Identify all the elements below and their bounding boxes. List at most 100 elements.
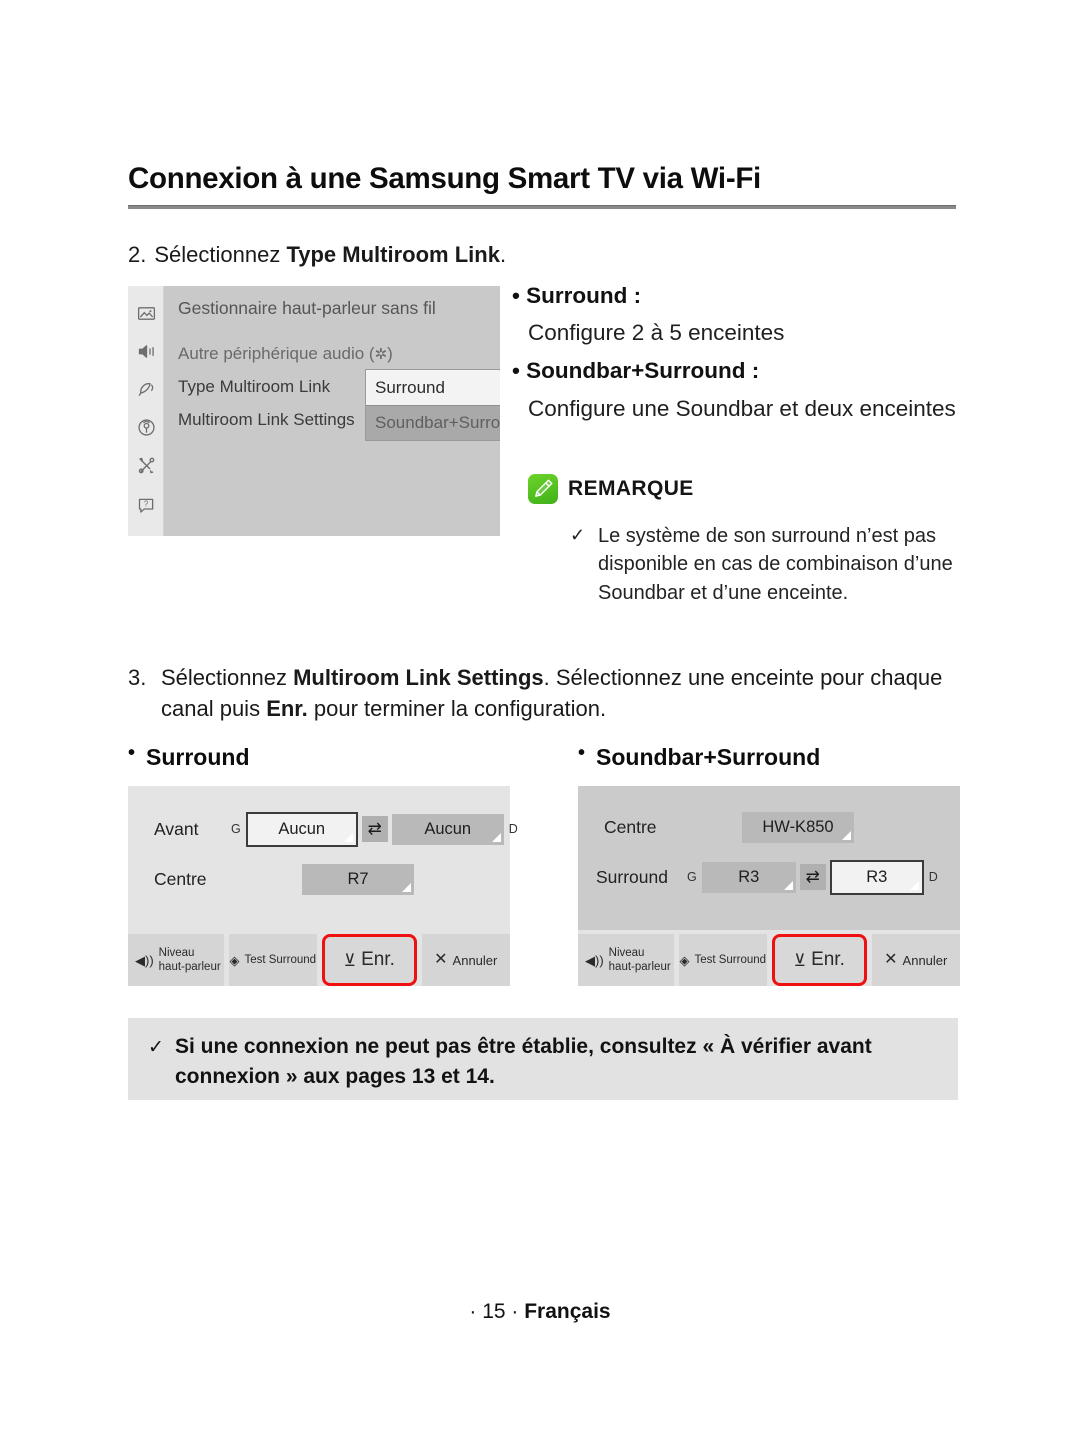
system-tools-icon[interactable] [135,454,157,476]
left-channel-letter: G [687,870,697,884]
right-channel-letter: D [928,870,938,884]
test-surround-button[interactable]: ◈ Test Surround [228,934,317,986]
annuler-button[interactable]: ✕ Annuler [421,934,510,986]
centre-soundbar-select[interactable]: HW-K850 [742,811,854,843]
dropdown-option-surround[interactable]: Surround ✓ [366,370,500,405]
save-icon: ⊻ [343,950,357,970]
test-surround-button[interactable]: ◈ Test Surround [678,934,767,986]
surround-mode-body: Configure 2 à 5 enceintes [528,320,785,346]
broadcast-dish-icon[interactable] [135,378,157,400]
menu-item-multiroom-link-settings[interactable]: Multiroom Link Settings [178,410,355,430]
niveau-haut-parleur-button[interactable]: ◀)) Niveau haut-parleur [578,934,674,986]
step-2-bold-term: Type Multiroom Link [286,242,500,267]
sound-icon[interactable] [135,340,157,362]
button-label-line1: Niveau [608,946,645,959]
step-3-instruction: 3. Sélectionnez Multiroom Link Settings.… [128,662,968,724]
button-label-line1: Niveau [158,946,195,959]
button-label: Enr. [361,949,395,970]
menu-item-autre-peripherique-audio[interactable]: Autre périphérique audio (✲) [178,344,393,364]
surround-config-panel: Avant G Aucun ⇄ Aucun D Centre R7 ◀)) Ni… [128,786,518,986]
picture-icon[interactable] [135,302,157,324]
network-antenna-icon[interactable] [135,416,157,438]
page-footer: · 15 · Français [0,1300,1080,1324]
soundbar-surround-mode-body: Configure une Soundbar et deux enceintes [528,395,956,421]
avant-left-speaker-select[interactable]: Aucun [245,811,358,847]
button-label: Test Surround [694,954,767,966]
speaker-level-icon: ◀)) [135,952,154,968]
speaker-level-icon: ◀)) [585,952,604,968]
step-2-instruction: 2. Sélectionnez Type Multiroom Link. [128,242,506,268]
config-row-centre: Centre HW-K850 [604,810,854,844]
step-2-number: 2. [128,242,147,267]
left-channel-letter: G [231,822,241,836]
close-x-icon: ✕ [434,951,448,968]
subheading-soundbar-surround: Soundbar+Surround [578,742,820,771]
manual-page: Connexion à une Samsung Smart TV via Wi-… [0,0,1080,1451]
bottom-note-text: Si une connexion ne peut pas être établi… [175,1035,872,1089]
step-3-number: 3. [128,665,147,690]
soundbar-surround-config-stage: Centre HW-K850 Surround G R3 ⇄ R3 D [578,786,960,930]
pencil-note-icon [528,474,558,504]
surround-panel-buttons: ◀)) Niveau haut-parleur ◈ Test Surround … [128,934,510,986]
bottom-note-box: ✓ Si une connexion ne peut pas être étab… [128,1018,958,1100]
step-2-text-before: Sélectionnez [154,242,287,267]
config-row-label: Centre [154,868,207,889]
tv-menu-screenshot: ? Gestionnaire haut-parleur sans fil Aut… [128,286,500,536]
button-label: Annuler [902,952,948,968]
menu-item-label-suffix: ) [387,344,393,363]
step-2-text-after: . [499,242,507,267]
remarque-header: REMARQUE [528,474,694,504]
button-label: Test Surround [244,954,317,966]
centre-speaker-select[interactable]: R7 [302,863,414,895]
button-label: Enr. [811,949,845,970]
config-row-label: Avant [154,818,199,839]
subheading-surround: Surround [128,742,250,771]
close-x-icon: ✕ [884,951,898,968]
header-divider [128,205,956,209]
config-row-surround: Surround G R3 ⇄ R3 D [596,859,943,895]
mode-descriptions: • Surround : Configure 2 à 5 enceintes •… [512,282,962,423]
test-surround-icon: ◈ [679,952,690,968]
menu-item-label: Autre périphérique audio ( [178,344,375,363]
button-label-line2: haut-parleur [158,961,221,973]
dropdown-option-soundbar-surround[interactable]: Soundbar+Surround [366,405,500,440]
type-multiroom-link-dropdown[interactable]: Surround ✓ Soundbar+Surround [365,369,500,441]
page-number: · 15 · [469,1300,525,1323]
swap-channels-icon[interactable]: ⇄ [361,816,388,842]
step-3-body: Sélectionnez Multiroom Link Settings. Sé… [128,662,968,724]
remarque-note-text: Le système de son surround n’est pas dis… [598,525,953,604]
surround-mode-title-text: • Surround : [512,283,642,308]
dropdown-option-label: Surround [375,377,445,397]
surround-right-speaker-select[interactable]: R3 [829,859,924,895]
config-row-avant: Avant G Aucun ⇄ Aucun D [154,811,523,847]
annuler-button[interactable]: ✕ Annuler [871,934,960,986]
tv-menu-title: Gestionnaire haut-parleur sans fil [178,298,436,318]
button-label-line2: haut-parleur [608,961,671,973]
avant-right-speaker-select[interactable]: Aucun [391,813,504,845]
button-label: Annuler [452,952,498,968]
tv-menu-body: Gestionnaire haut-parleur sans fil Autre… [164,286,500,536]
config-row-label: Centre [604,816,657,837]
soundbar-surround-mode-title: • Soundbar+Surround : [512,357,962,384]
footer-language: Français [524,1300,611,1323]
config-row-centre: Centre R7 [154,862,414,896]
tv-menu-sidebar: ? [128,286,164,536]
enregistrer-button[interactable]: ⊻ Enr. [322,934,417,986]
niveau-haut-parleur-button[interactable]: ◀)) Niveau haut-parleur [128,934,224,986]
right-channel-letter: D [508,822,518,836]
test-surround-icon: ◈ [229,952,240,968]
menu-item-type-multiroom-link[interactable]: Type Multiroom Link [178,377,330,397]
soundbar-surround-config-panel: Centre HW-K850 Surround G R3 ⇄ R3 D ◀)) … [578,786,960,986]
surround-config-stage: Avant G Aucun ⇄ Aucun D Centre R7 [128,786,518,930]
surround-left-speaker-select[interactable]: R3 [701,861,796,893]
enregistrer-button[interactable]: ⊻ Enr. [772,934,867,986]
surround-mode-title: • Surround : [512,282,962,309]
bottom-note-item: ✓ Si une connexion ne peut pas être étab… [148,1032,938,1093]
soundbar-surround-panel-buttons: ◀)) Niveau haut-parleur ◈ Test Surround … [578,934,960,986]
save-icon: ⊻ [793,950,807,970]
swap-channels-icon[interactable]: ⇄ [799,864,826,890]
remarque-note-item: ✓ Le système de son surround n’est pas d… [570,522,965,607]
support-help-icon[interactable]: ? [135,494,157,516]
soundbar-surround-mode-title-text: • Soundbar+Surround : [512,358,760,384]
step-3-part3: pour terminer la configuration. [307,696,607,722]
